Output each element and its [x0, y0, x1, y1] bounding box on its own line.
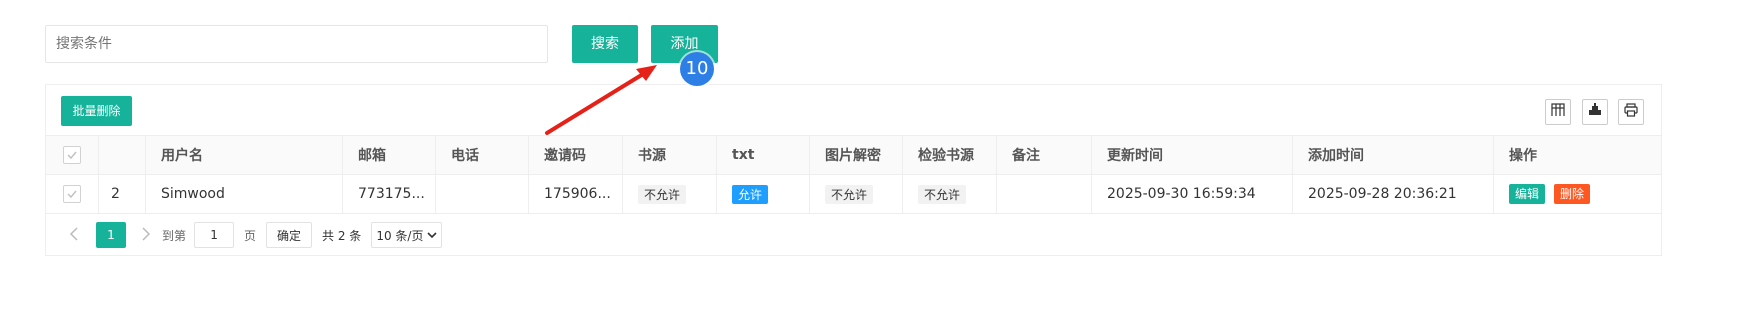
- header-username[interactable]: 用户名: [146, 136, 343, 174]
- image-decrypt-status-badge[interactable]: 不允许: [825, 184, 874, 204]
- table-header: 用户名 邮箱 电话 邀请码 书源 txt 图片解密 检验书源 备注 更新时间 添…: [46, 135, 1661, 175]
- header-created-at[interactable]: 添加时间: [1293, 136, 1494, 174]
- txt-status-badge[interactable]: 允许: [732, 184, 769, 204]
- header-select-all-cell: [46, 136, 99, 174]
- header-verify-source[interactable]: 检验书源: [903, 136, 997, 174]
- export-button[interactable]: [1582, 99, 1608, 125]
- book-source-status-badge[interactable]: 不允许: [638, 184, 687, 204]
- row-updated-at: 2025-09-30 16:59:34: [1092, 175, 1293, 213]
- prev-page-icon[interactable]: [64, 226, 84, 245]
- pagination: 1 到第 页 确定 共 2 条 10 条/页: [46, 215, 1661, 255]
- next-page-icon[interactable]: [136, 226, 156, 245]
- row-invite-code: 175906...: [529, 175, 623, 213]
- header-actions: 操作: [1509, 148, 1537, 164]
- columns-icon: [1551, 103, 1565, 121]
- edit-button[interactable]: 编辑: [1509, 184, 1546, 204]
- goto-confirm-button[interactable]: 确定: [266, 222, 313, 248]
- export-icon: [1588, 103, 1602, 121]
- header-updated-at[interactable]: 更新时间: [1092, 136, 1293, 174]
- row-phone: [436, 175, 529, 213]
- header-invite-code[interactable]: 邀请码: [529, 136, 623, 174]
- header-remark[interactable]: 备注: [997, 136, 1092, 174]
- row-book-source-cell: 不允许: [623, 175, 717, 213]
- row-image-decrypt-cell: 不允许: [810, 175, 903, 213]
- columns-toggle-button[interactable]: [1545, 99, 1571, 125]
- print-button[interactable]: [1618, 99, 1644, 125]
- row-index: 2: [99, 175, 146, 213]
- select-all-checkbox[interactable]: [63, 146, 81, 164]
- row-email: 773175...: [343, 175, 436, 213]
- annotation-step-badge: 10: [680, 52, 714, 86]
- total-count: 共 2 条: [322, 228, 362, 243]
- row-actions: 编辑 删除: [1494, 175, 1661, 213]
- search-button[interactable]: 搜索: [572, 25, 638, 63]
- row-username: Simwood: [146, 175, 343, 213]
- delete-button[interactable]: 删除: [1554, 184, 1591, 204]
- table-panel: 批量删除 用户名 邮箱 电话 邀请码 书源 txt 图片解密 检验书源 备注 更…: [45, 84, 1662, 256]
- header-email[interactable]: 邮箱: [343, 136, 436, 174]
- page-unit-label: 页: [244, 228, 257, 243]
- search-input[interactable]: [45, 25, 548, 63]
- check-icon: [67, 190, 77, 199]
- header-txt[interactable]: txt: [717, 136, 810, 174]
- header-image-decrypt[interactable]: 图片解密: [810, 136, 903, 174]
- check-icon: [67, 151, 77, 160]
- row-remark: [997, 175, 1092, 213]
- goto-label: 到第: [162, 228, 187, 243]
- goto-page-input[interactable]: [194, 222, 235, 248]
- table-row[interactable]: 2 Simwood 773175... 175906... 不允许 允许 不允许…: [46, 175, 1661, 214]
- print-icon: [1624, 103, 1638, 121]
- header-phone[interactable]: 电话: [436, 136, 529, 174]
- page-size-select[interactable]: 10 条/页: [371, 222, 443, 248]
- batch-delete-button[interactable]: 批量删除: [61, 96, 132, 126]
- verify-source-status-badge[interactable]: 不允许: [918, 184, 967, 204]
- chevron-down-icon: [427, 232, 438, 239]
- row-checkbox[interactable]: [63, 185, 81, 203]
- row-txt-cell: 允许: [717, 175, 810, 213]
- header-index: [99, 136, 146, 174]
- current-page-button[interactable]: 1: [96, 222, 126, 248]
- row-created-at: 2025-09-28 20:36:21: [1293, 175, 1494, 213]
- row-verify-source-cell: 不允许: [903, 175, 997, 213]
- page-size-value: 10 条/页: [376, 228, 424, 243]
- header-book-source[interactable]: 书源: [623, 136, 717, 174]
- row-select-cell: [46, 175, 99, 213]
